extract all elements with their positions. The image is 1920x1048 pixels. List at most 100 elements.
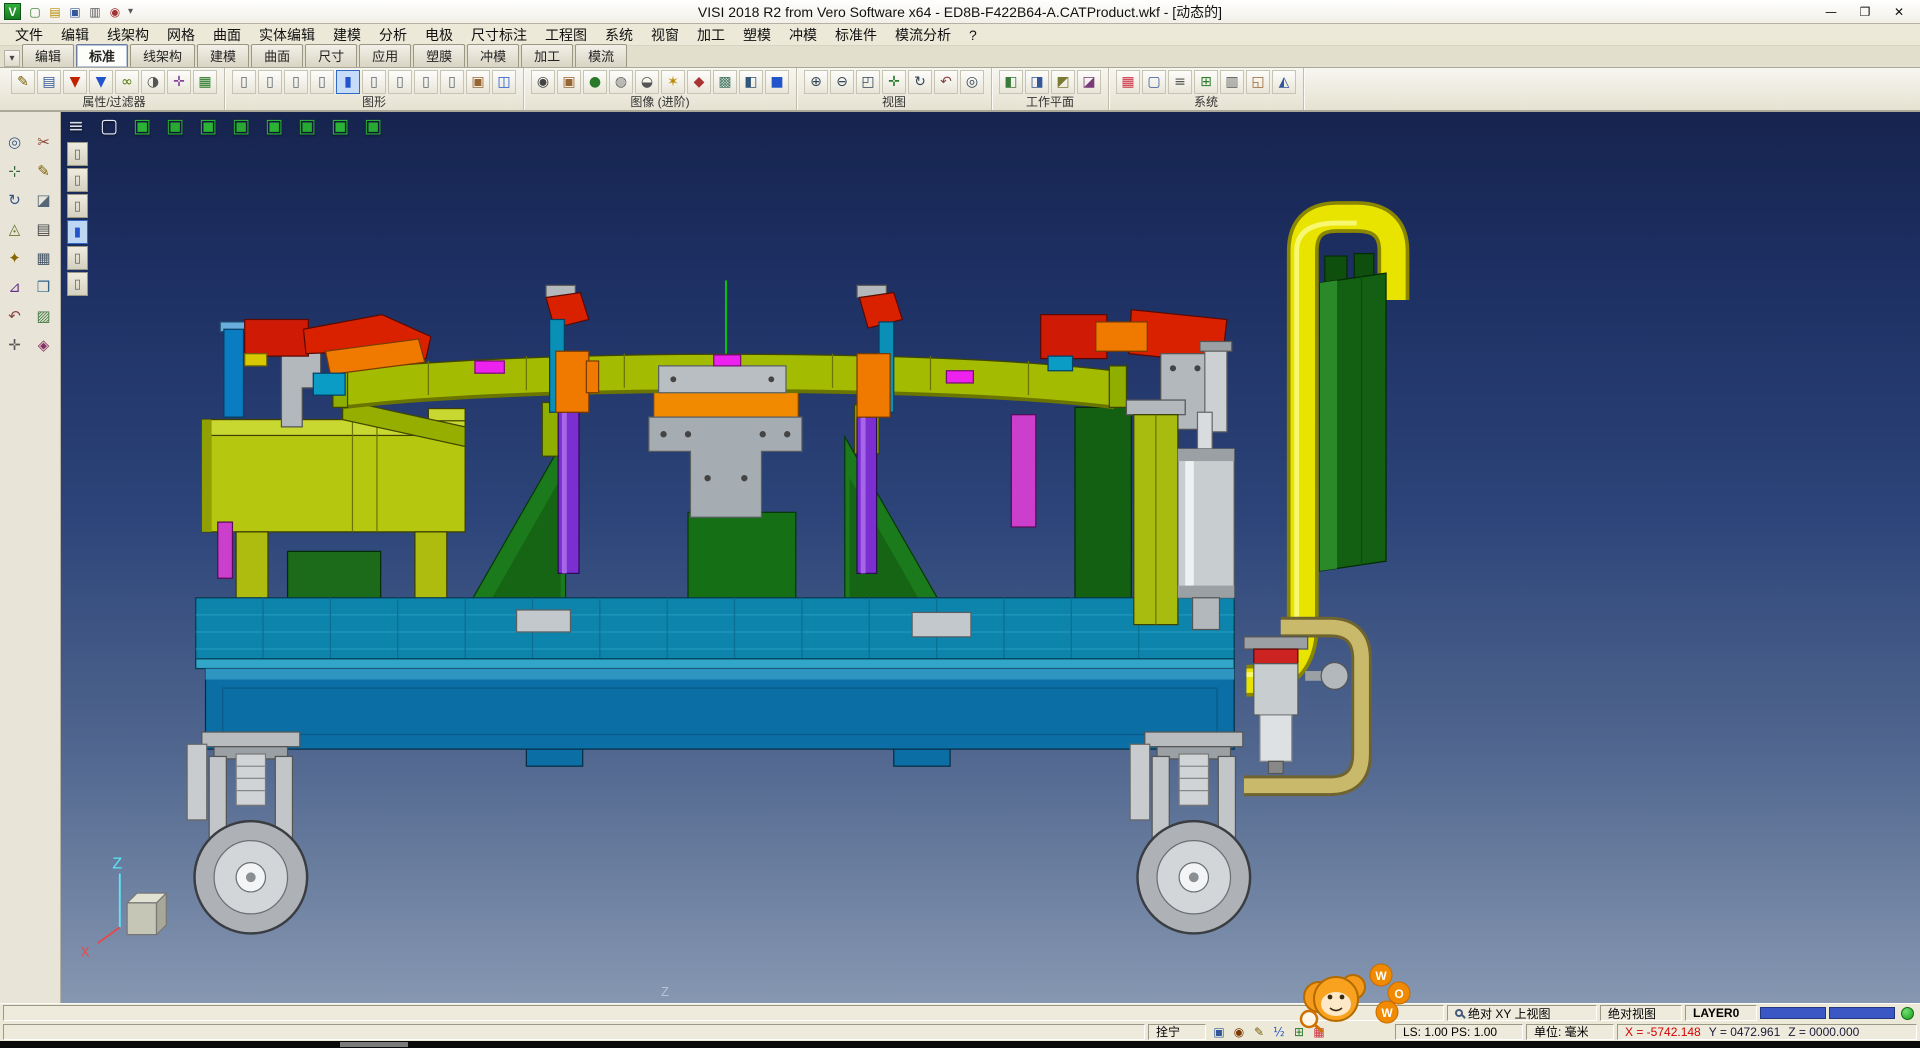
cross-move-icon[interactable]: ✛ [3, 333, 27, 357]
menu-standard-parts[interactable]: 标准件 [826, 23, 886, 47]
layer-color-swatch-1[interactable] [1760, 1007, 1826, 1019]
menu-mold[interactable]: 塑模 [734, 23, 780, 47]
new-file-icon[interactable]: ▢ [26, 3, 44, 21]
model-rear-green-panel[interactable] [1320, 254, 1386, 571]
layer-selector[interactable]: LAYER0 [1685, 1005, 1757, 1021]
render-sphere-icon[interactable]: ● [583, 70, 607, 94]
snapshot-icon[interactable]: ◱ [1246, 70, 1270, 94]
angle-tool-icon[interactable]: ⊿ [3, 275, 27, 299]
selection-slot-icon-3[interactable]: ▯ [67, 194, 88, 218]
hatch-grid-icon[interactable]: ▦ [32, 246, 56, 270]
workplane-top-icon[interactable]: ◧ [999, 70, 1023, 94]
model-cart-deck[interactable] [196, 598, 1234, 669]
display-split-icon[interactable]: ◫ [492, 70, 516, 94]
model-clamp-mid-left[interactable] [546, 285, 599, 412]
layer-grid-icon[interactable]: ▦ [193, 70, 217, 94]
display-style-icon-6[interactable]: ▯ [362, 70, 386, 94]
status-ok-indicator[interactable] [1901, 1007, 1914, 1020]
layer-color-swatch-2[interactable] [1829, 1007, 1895, 1019]
plan-view-icon[interactable]: ▢ [97, 114, 121, 138]
cross-filter-icon[interactable]: ✛ [167, 70, 191, 94]
filter-red-icon[interactable]: ▼ [63, 70, 87, 94]
menu-drafting[interactable]: 工程图 [536, 23, 596, 47]
display-style-icon-7[interactable]: ▯ [388, 70, 412, 94]
model-caster-left[interactable] [187, 732, 307, 933]
tab-die[interactable]: 冲模 [467, 44, 519, 67]
calculator-grid-icon[interactable]: ⊞ [1194, 70, 1218, 94]
rotate-tool-icon[interactable]: ↻ [3, 188, 27, 212]
iso-view-cube-icon-7[interactable]: ▣ [328, 114, 352, 138]
open-file-icon[interactable]: ▤ [46, 3, 64, 21]
section-view-icon[interactable]: ◧ [739, 70, 763, 94]
workplane-front-icon[interactable]: ◨ [1025, 70, 1049, 94]
iso-view-cube-icon-1[interactable]: ▣ [130, 114, 154, 138]
selection-slot-icon-6[interactable]: ▯ [67, 272, 88, 296]
shade-half-icon[interactable]: ◪ [32, 188, 56, 212]
model-right-column[interactable] [1126, 400, 1185, 625]
link-attributes-icon[interactable]: ∞ [115, 70, 139, 94]
iso-view-cube-icon-4[interactable]: ▣ [229, 114, 253, 138]
display-style-icon-4[interactable]: ▯ [310, 70, 334, 94]
tab-dimension[interactable]: 尺寸 [305, 44, 357, 67]
filter-blue-icon[interactable]: ▼ [89, 70, 113, 94]
print-system-icon[interactable]: ▥ [1220, 70, 1244, 94]
display-style-icon-9[interactable]: ▯ [440, 70, 464, 94]
view-menu-icon[interactable]: ≡ [64, 114, 88, 138]
workplane-side-icon[interactable]: ◩ [1051, 70, 1075, 94]
view-mode-button[interactable]: 绝对 XY 上视图 [1447, 1005, 1597, 1021]
viewport-3d[interactable]: Z X ≡▢▣▣▣▣▣▣▣▣ ▯▯▯▮▯▯ Z [61, 112, 1920, 1003]
tab-standard[interactable]: 标准 [76, 44, 128, 67]
refresh-view-icon[interactable]: ◎ [960, 70, 984, 94]
zoom-select-icon[interactable]: ◎ [3, 130, 27, 154]
selection-slot-icon-2[interactable]: ▯ [67, 168, 88, 192]
info-icon[interactable]: ◉ [106, 3, 124, 21]
attribute-table-icon[interactable]: ▤ [37, 70, 61, 94]
menu-analysis[interactable]: 分析 [370, 23, 416, 47]
zoom-out-icon[interactable]: ⊖ [830, 70, 854, 94]
print-icon[interactable]: ▥ [86, 3, 104, 21]
texture-view-icon[interactable]: ▣ [557, 70, 581, 94]
shaded-view-icon[interactable]: ◉ [531, 70, 555, 94]
star-point-icon[interactable]: ✦ [3, 246, 27, 270]
lock-toggle[interactable]: 拴宁 [1148, 1024, 1206, 1040]
sketch-pencil-icon[interactable]: ✎ [32, 159, 56, 183]
menu-surface[interactable]: 曲面 [204, 23, 250, 47]
snap-point-icon[interactable]: ⊹ [3, 159, 27, 183]
display-style-icon-8[interactable]: ▯ [414, 70, 438, 94]
maximize-button[interactable]: ❐ [1848, 2, 1882, 22]
save-file-icon[interactable]: ▣ [66, 3, 84, 21]
display-style-icon-5[interactable]: ▮ [336, 70, 360, 94]
background-grid-icon[interactable]: ▩ [713, 70, 737, 94]
tab-edit[interactable]: 编辑 [22, 44, 74, 67]
iso-view-cube-icon-5[interactable]: ▣ [262, 114, 286, 138]
model-filter-regulator[interactable] [1244, 637, 1348, 774]
iso-view-cube-icon-8[interactable]: ▣ [361, 114, 385, 138]
list-settings-icon[interactable]: ≡ [1168, 70, 1192, 94]
transparency-icon[interactable]: ◒ [635, 70, 659, 94]
menu-mesh[interactable]: 网格 [158, 23, 204, 47]
undo-tool-icon[interactable]: ↶ [3, 304, 27, 328]
half-tone-filter-icon[interactable]: ◑ [141, 70, 165, 94]
model-clamp-mid-right[interactable] [857, 285, 902, 417]
menu-machining[interactable]: 加工 [688, 23, 734, 47]
rotate-view-icon[interactable]: ↻ [908, 70, 932, 94]
status-grid-icon[interactable]: ⊞ [1289, 1024, 1309, 1040]
status-save-icon[interactable]: ▣ [1209, 1024, 1229, 1040]
model-caster-right[interactable] [1130, 732, 1250, 933]
selection-slot-icon-5[interactable]: ▯ [67, 246, 88, 270]
iso-view-cube-icon-6[interactable]: ▣ [295, 114, 319, 138]
model-air-cylinder[interactable] [1178, 412, 1234, 629]
tab-mold[interactable]: 塑膜 [413, 44, 465, 67]
absolute-view-button[interactable]: 绝对视图 [1600, 1005, 1682, 1021]
previous-view-icon[interactable]: ↶ [934, 70, 958, 94]
display-style-icon-1[interactable]: ▯ [232, 70, 256, 94]
list-panel-icon[interactable]: ▤ [32, 217, 56, 241]
monitor-icon[interactable]: ▢ [1142, 70, 1166, 94]
fill-tool-icon[interactable]: ▨ [32, 304, 56, 328]
halftone-sphere-icon[interactable]: ◍ [609, 70, 633, 94]
blue-cube-icon[interactable]: ■ [765, 70, 789, 94]
perspective-icon[interactable]: ◭ [1272, 70, 1296, 94]
workplane-custom-icon[interactable]: ◪ [1077, 70, 1101, 94]
color-palette-icon[interactable]: ▦ [1116, 70, 1140, 94]
trim-scissors-icon[interactable]: ✂ [32, 130, 56, 154]
